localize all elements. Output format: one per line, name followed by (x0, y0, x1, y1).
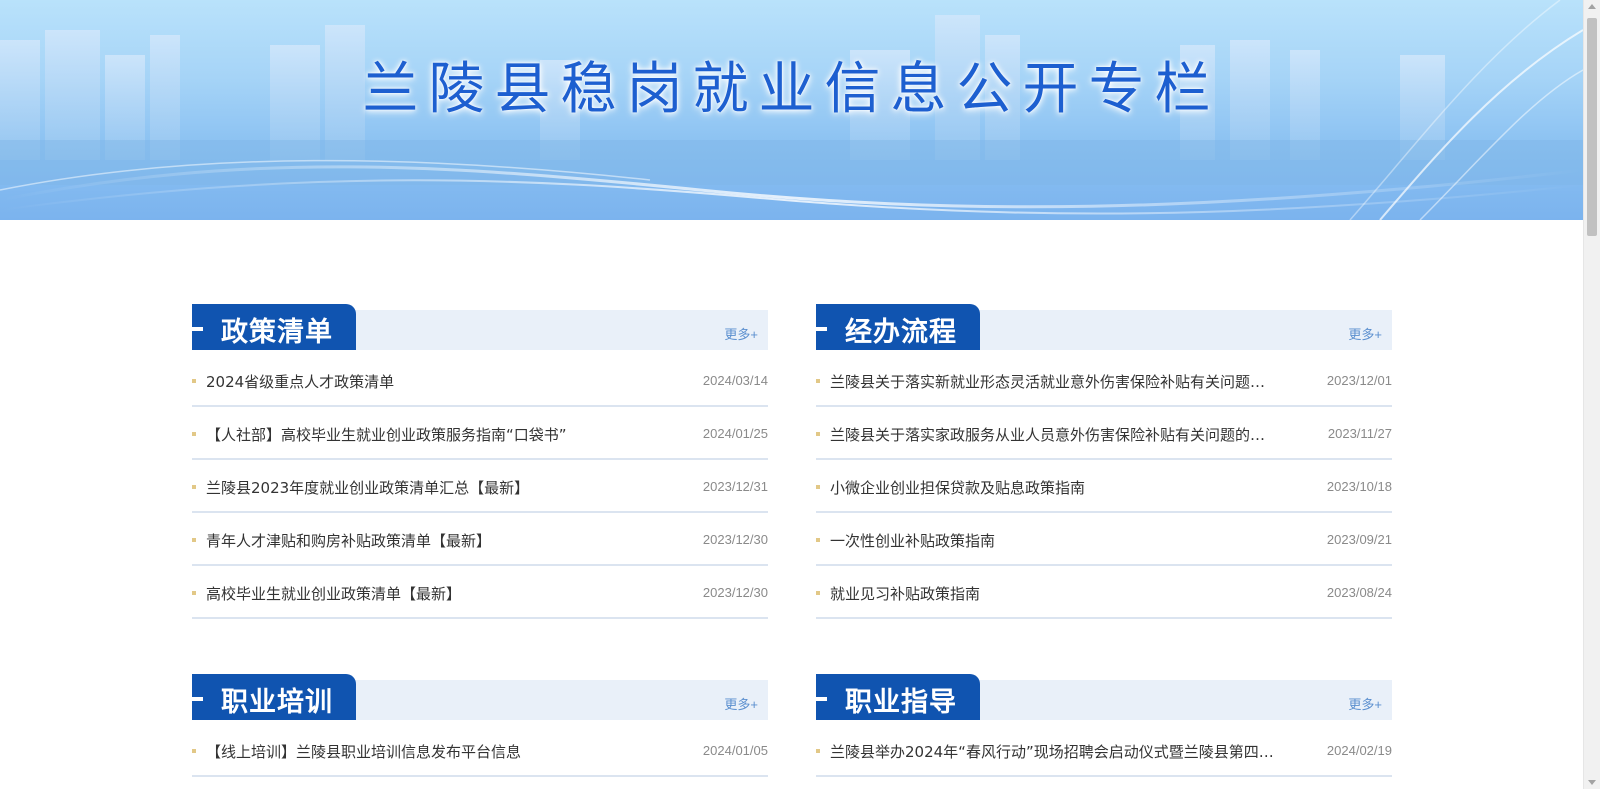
item-date: 2024/03/14 (702, 373, 768, 388)
vertical-scrollbar[interactable] (1583, 0, 1600, 789)
item-date: 2023/11/27 (1327, 426, 1392, 441)
news-list: 2024省级重点人才政策清单 2024/03/14 【人社部】高校毕业生就业创业政… (192, 354, 768, 619)
panel-title: 职业指导 (845, 687, 957, 718)
panel-policy-list: 政策清单 更多+ 2024省级重点人才政策清单 2024/03/14 【人社部】高… (192, 304, 768, 619)
bullet-icon (192, 749, 196, 753)
panel-tab[interactable]: 职业指导 (816, 674, 980, 720)
item-date: 2024/01/25 (702, 426, 768, 441)
panel-title: 职业培训 (221, 687, 333, 718)
item-title[interactable]: 青年人才津贴和购房补贴政策清单【最新】 (206, 530, 662, 551)
bullet-icon (816, 379, 820, 383)
bullet-icon (816, 538, 820, 542)
list-item[interactable]: 兰陵县关于落实家政服务从业人员意外伤害保险补贴有关问题的… 2023/11/27 (816, 407, 1392, 460)
item-title[interactable]: 兰陵县2023年度就业创业政策清单汇总【最新】 (206, 477, 662, 498)
item-date: 2024/01/05 (702, 743, 768, 758)
more-link[interactable]: 更多+ (1348, 694, 1382, 713)
item-date: 2023/12/01 (1326, 373, 1392, 388)
item-date: 2023/12/30 (702, 532, 768, 547)
list-item[interactable]: 兰陵县举办2024年“春风行动”现场招聘会启动仪式暨兰陵县第四… 2024/02/… (816, 724, 1392, 777)
news-list: 【线上培训】兰陵县职业培训信息发布平台信息 2024/01/05 (192, 724, 768, 777)
list-item[interactable]: 青年人才津贴和购房补贴政策清单【最新】 2023/12/30 (192, 513, 768, 566)
bullet-icon (192, 432, 196, 436)
panel-title: 经办流程 (845, 317, 957, 348)
dash-icon (192, 697, 203, 701)
panel-header: 职业指导 更多+ (816, 674, 1392, 720)
item-title[interactable]: 就业见习补贴政策指南 (830, 583, 1286, 604)
bullet-icon (816, 485, 820, 489)
item-title[interactable]: 兰陵县关于落实家政服务从业人员意外伤害保险补贴有关问题的… (830, 424, 1286, 445)
list-item[interactable]: 一次性创业补贴政策指南 2023/09/21 (816, 513, 1392, 566)
bullet-icon (192, 379, 196, 383)
list-item[interactable]: 兰陵县关于落实新就业形态灵活就业意外伤害保险补贴有关问题… 2023/12/01 (816, 354, 1392, 407)
bullet-icon (816, 749, 820, 753)
item-title[interactable]: 【人社部】高校毕业生就业创业政策服务指南“口袋书” (206, 424, 662, 445)
item-title[interactable]: 小微企业创业担保贷款及贴息政策指南 (830, 477, 1286, 498)
bullet-icon (192, 538, 196, 542)
item-date: 2024/02/19 (1326, 743, 1392, 758)
item-date: 2023/09/21 (1326, 532, 1392, 547)
scroll-up-icon[interactable] (1588, 4, 1596, 9)
panel-tab[interactable]: 职业培训 (192, 674, 356, 720)
panel-tab[interactable]: 政策清单 (192, 304, 356, 350)
news-list: 兰陵县关于落实新就业形态灵活就业意外伤害保险补贴有关问题… 2023/12/01 … (816, 354, 1392, 619)
scroll-down-icon[interactable] (1588, 780, 1596, 785)
panel-tab[interactable]: 经办流程 (816, 304, 980, 350)
page-title: 兰陵县稳岗就业信息公开专栏 (362, 57, 1221, 122)
item-date: 2023/08/24 (1326, 585, 1392, 600)
item-date: 2023/10/18 (1326, 479, 1392, 494)
item-title[interactable]: 高校毕业生就业创业政策清单【最新】 (206, 583, 662, 604)
list-item[interactable]: 【线上培训】兰陵县职业培训信息发布平台信息 2024/01/05 (192, 724, 768, 777)
bullet-icon (192, 591, 196, 595)
item-title[interactable]: 2024省级重点人才政策清单 (206, 371, 662, 392)
more-link[interactable]: 更多+ (724, 324, 758, 343)
bullet-icon (816, 432, 820, 436)
item-title[interactable]: 兰陵县关于落实新就业形态灵活就业意外伤害保险补贴有关问题… (830, 371, 1286, 392)
scroll-thumb[interactable] (1587, 18, 1597, 236)
list-item[interactable]: 就业见习补贴政策指南 2023/08/24 (816, 566, 1392, 619)
list-item[interactable]: 2024省级重点人才政策清单 2024/03/14 (192, 354, 768, 407)
news-list: 兰陵县举办2024年“春风行动”现场招聘会启动仪式暨兰陵县第四… 2024/02/… (816, 724, 1392, 777)
panel-title: 政策清单 (221, 317, 333, 348)
header-banner: 兰陵县稳岗就业信息公开专栏 (0, 0, 1583, 220)
panel-header: 政策清单 更多+ (192, 304, 768, 350)
item-title[interactable]: 兰陵县举办2024年“春风行动”现场招聘会启动仪式暨兰陵县第四… (830, 741, 1286, 762)
bullet-icon (192, 485, 196, 489)
panel-procedures: 经办流程 更多+ 兰陵县关于落实新就业形态灵活就业意外伤害保险补贴有关问题… 20… (816, 304, 1392, 619)
bullet-icon (816, 591, 820, 595)
list-item[interactable]: 【人社部】高校毕业生就业创业政策服务指南“口袋书” 2024/01/25 (192, 407, 768, 460)
panel-header: 经办流程 更多+ (816, 304, 1392, 350)
panel-vocational-training: 职业培训 更多+ 【线上培训】兰陵县职业培训信息发布平台信息 2024/01/05 (192, 674, 768, 777)
dash-icon (816, 327, 827, 331)
item-title[interactable]: 【线上培训】兰陵县职业培训信息发布平台信息 (206, 741, 662, 762)
list-item[interactable]: 高校毕业生就业创业政策清单【最新】 2023/12/30 (192, 566, 768, 619)
dash-icon (816, 697, 827, 701)
more-link[interactable]: 更多+ (1348, 324, 1382, 343)
item-title[interactable]: 一次性创业补贴政策指南 (830, 530, 1286, 551)
item-date: 2023/12/30 (702, 585, 768, 600)
list-item[interactable]: 兰陵县2023年度就业创业政策清单汇总【最新】 2023/12/31 (192, 460, 768, 513)
item-date: 2023/12/31 (702, 479, 768, 494)
list-item[interactable]: 小微企业创业担保贷款及贴息政策指南 2023/10/18 (816, 460, 1392, 513)
panel-career-guidance: 职业指导 更多+ 兰陵县举办2024年“春风行动”现场招聘会启动仪式暨兰陵县第四… (816, 674, 1392, 777)
panel-header: 职业培训 更多+ (192, 674, 768, 720)
dash-icon (192, 327, 203, 331)
more-link[interactable]: 更多+ (724, 694, 758, 713)
